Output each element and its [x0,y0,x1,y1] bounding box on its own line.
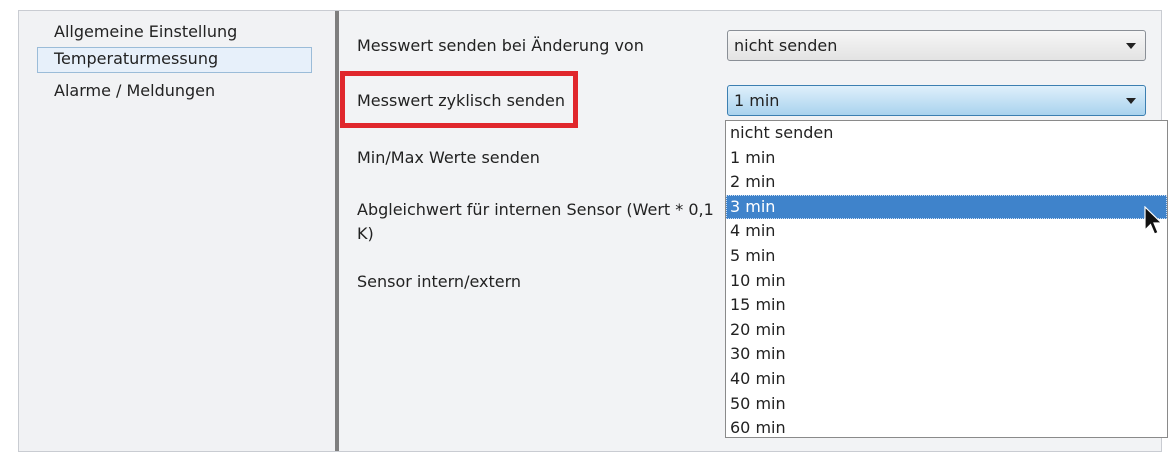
sidebar-item-alarme-meldungen[interactable]: Alarme / Meldungen [37,79,312,105]
sidebar: Allgemeine Einstellung Temperaturmessung… [19,11,335,451]
dropdown-option[interactable]: 5 min [726,244,1167,269]
chevron-down-icon [1126,98,1136,104]
mouse-pointer-icon [1144,206,1163,235]
dropdown-option-highlighted[interactable]: 3 min [726,194,1167,220]
dropdown-option[interactable]: 4 min [726,219,1167,244]
dropdown-option[interactable]: 50 min [726,392,1167,417]
send-on-change-label: Messwert senden bei Änderung von [357,36,644,55]
dropdown-option[interactable]: 15 min [726,293,1167,318]
dropdown-option[interactable]: 20 min [726,318,1167,343]
minmax-label: Min/Max Werte senden [357,148,540,167]
dropdown-option[interactable]: 40 min [726,367,1167,392]
cyclic-send-dropdown-list[interactable]: nicht senden 1 min 2 min 3 min 4 min 5 m… [725,120,1168,438]
dropdown-option[interactable]: 10 min [726,269,1167,294]
send-on-change-value: nicht senden [734,36,838,55]
send-on-change-select[interactable]: nicht senden [727,30,1146,61]
dropdown-option[interactable]: 1 min [726,146,1167,171]
offset-label: Abgleichwert für internen Sensor (Wert *… [357,198,714,246]
sidebar-item-temperaturmessung[interactable]: Temperaturmessung [37,47,312,73]
offset-label-line2: K) [357,224,374,243]
dropdown-option[interactable]: 60 min [726,416,1167,441]
chevron-down-icon [1126,43,1136,49]
dropdown-option[interactable]: 30 min [726,342,1167,367]
highlight-box [340,71,578,128]
sidebar-item-allgemeine-einstellung[interactable]: Allgemeine Einstellung [37,20,312,46]
cyclic-send-value: 1 min [734,91,780,110]
offset-label-line1: Abgleichwert für internen Sensor (Wert *… [357,200,714,219]
dropdown-option[interactable]: nicht senden [726,121,1167,146]
sensor-label: Sensor intern/extern [357,272,522,291]
dropdown-option[interactable]: 2 min [726,170,1167,195]
cyclic-send-select[interactable]: 1 min [727,85,1146,116]
